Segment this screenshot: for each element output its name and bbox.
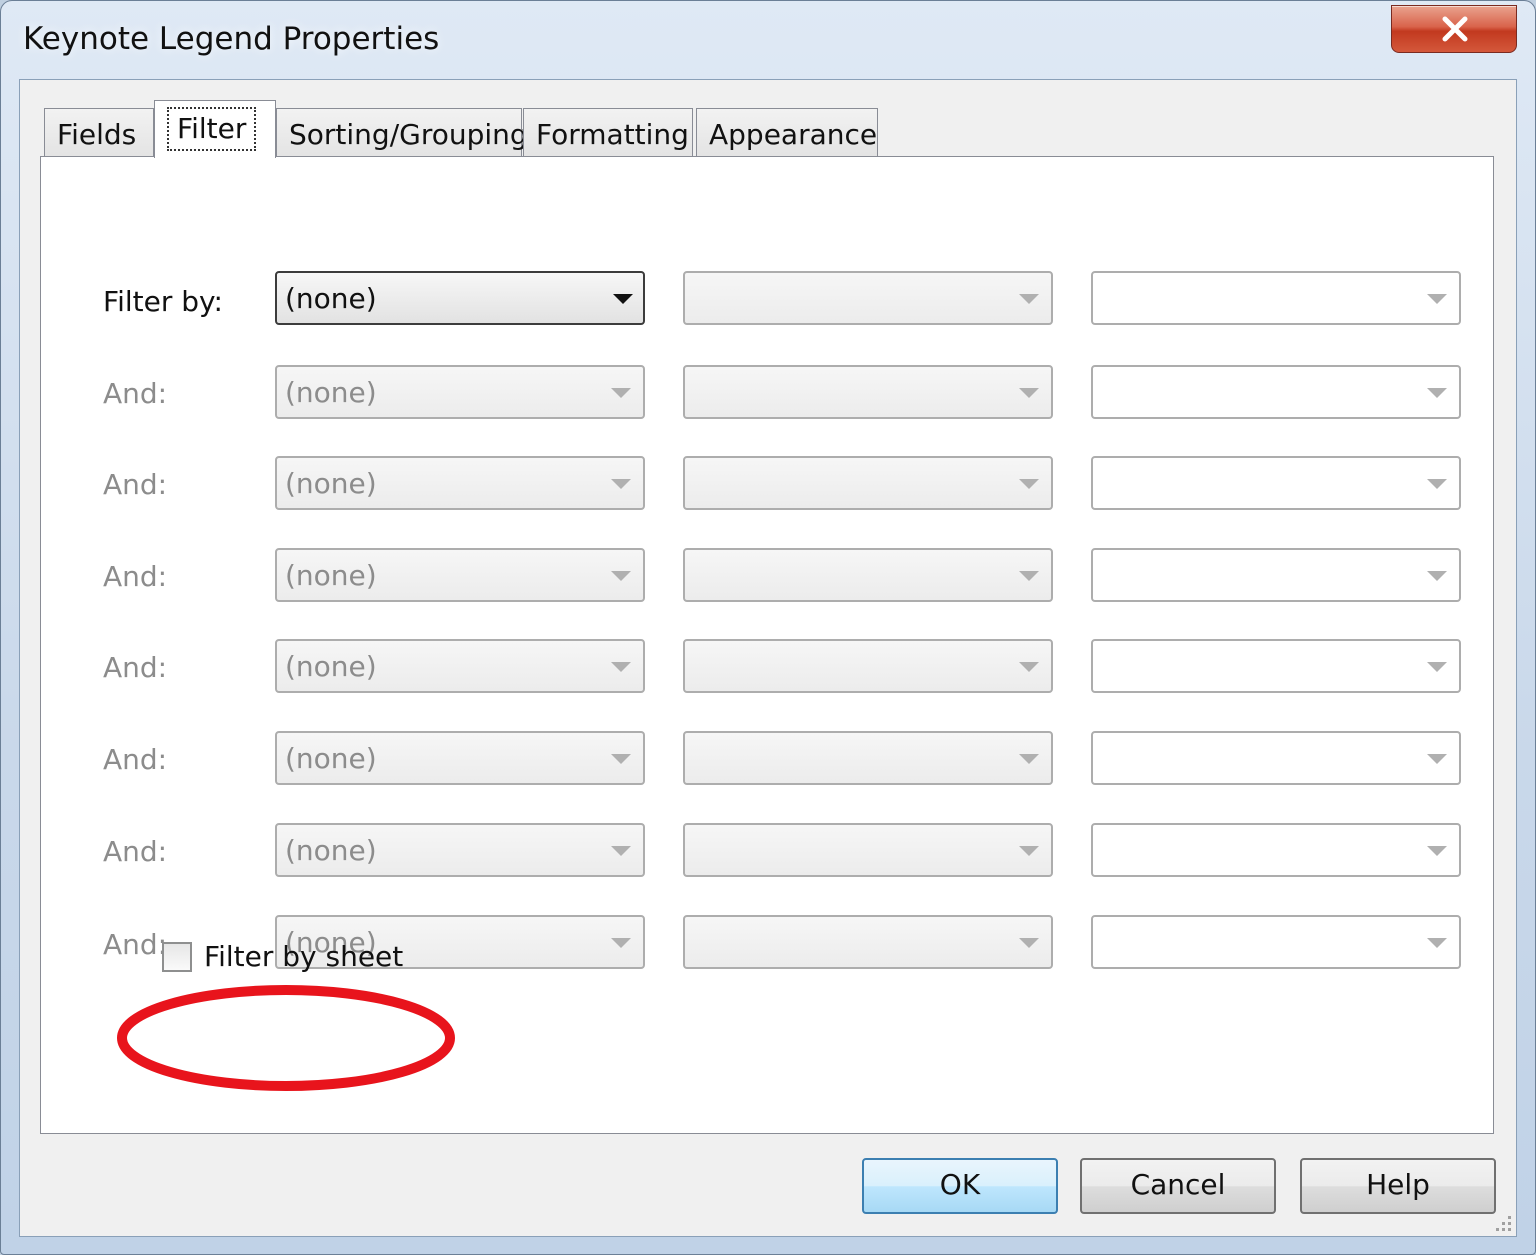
and-field-value-2: (none) bbox=[285, 467, 377, 500]
tab-appearance-label: Appearance bbox=[709, 118, 878, 151]
filter-by-value-select bbox=[1091, 271, 1461, 325]
filter-by-field-value: (none) bbox=[285, 282, 377, 315]
and-value-select-3 bbox=[1091, 548, 1461, 602]
chevron-down-icon bbox=[613, 294, 633, 304]
and-field-value-3: (none) bbox=[285, 559, 377, 592]
and-value-select-7 bbox=[1091, 915, 1461, 969]
and-condition-select-5 bbox=[683, 731, 1053, 785]
chevron-down-icon bbox=[611, 938, 631, 948]
and-label-1: And: bbox=[103, 377, 168, 410]
close-icon bbox=[1442, 16, 1468, 42]
and-field-value-1: (none) bbox=[285, 376, 377, 409]
and-field-value-4: (none) bbox=[285, 650, 377, 683]
chevron-down-icon bbox=[611, 662, 631, 672]
close-button[interactable] bbox=[1391, 5, 1517, 53]
tab-filter[interactable]: Filter bbox=[154, 100, 276, 158]
dialog-window: Keynote Legend Properties Fields Filter … bbox=[0, 0, 1536, 1255]
ok-button[interactable]: OK bbox=[862, 1158, 1058, 1214]
chevron-down-icon bbox=[1427, 294, 1447, 304]
chevron-down-icon bbox=[611, 571, 631, 581]
chevron-down-icon bbox=[1427, 388, 1447, 398]
chevron-down-icon bbox=[1019, 754, 1039, 764]
and-condition-select-1 bbox=[683, 365, 1053, 419]
and-field-select-3: (none) bbox=[275, 548, 645, 602]
chevron-down-icon bbox=[611, 479, 631, 489]
and-label-5: And: bbox=[103, 743, 168, 776]
and-label-4: And: bbox=[103, 651, 168, 684]
filter-by-sheet-label[interactable]: Filter by sheet bbox=[204, 940, 403, 973]
chevron-down-icon bbox=[1427, 754, 1447, 764]
and-value-select-5 bbox=[1091, 731, 1461, 785]
and-condition-select-2 bbox=[683, 456, 1053, 510]
and-field-select-2: (none) bbox=[275, 456, 645, 510]
chevron-down-icon bbox=[1427, 938, 1447, 948]
tab-sorting-grouping-label: Sorting/Grouping bbox=[289, 118, 528, 151]
chevron-down-icon bbox=[1019, 479, 1039, 489]
chevron-down-icon bbox=[1019, 938, 1039, 948]
and-field-select-5: (none) bbox=[275, 731, 645, 785]
chevron-down-icon bbox=[1427, 662, 1447, 672]
chevron-down-icon bbox=[1019, 294, 1039, 304]
chevron-down-icon bbox=[1427, 479, 1447, 489]
and-condition-select-4 bbox=[683, 639, 1053, 693]
chevron-down-icon bbox=[611, 754, 631, 764]
and-field-select-4: (none) bbox=[275, 639, 645, 693]
tab-filter-label: Filter bbox=[167, 107, 257, 151]
and-value-select-1 bbox=[1091, 365, 1461, 419]
and-condition-select-3 bbox=[683, 548, 1053, 602]
filter-by-sheet-checkbox[interactable] bbox=[162, 942, 192, 972]
chevron-down-icon bbox=[1019, 388, 1039, 398]
window-title: Keynote Legend Properties bbox=[23, 21, 440, 57]
and-label-2: And: bbox=[103, 468, 168, 501]
tab-fields-label: Fields bbox=[57, 118, 137, 151]
and-label-3: And: bbox=[103, 560, 168, 593]
and-field-select-1: (none) bbox=[275, 365, 645, 419]
and-field-value-6: (none) bbox=[285, 834, 377, 867]
tab-formatting[interactable]: Formatting bbox=[523, 108, 693, 158]
and-label-7: And: bbox=[103, 928, 168, 961]
and-field-value-5: (none) bbox=[285, 742, 377, 775]
and-field-select-6: (none) bbox=[275, 823, 645, 877]
chevron-down-icon bbox=[1019, 662, 1039, 672]
chevron-down-icon bbox=[1427, 846, 1447, 856]
tab-fields[interactable]: Fields bbox=[44, 108, 154, 158]
and-value-select-2 bbox=[1091, 456, 1461, 510]
highlight-ellipse bbox=[117, 985, 455, 1091]
chevron-down-icon bbox=[1427, 571, 1447, 581]
filter-by-field-select[interactable]: (none) bbox=[275, 271, 645, 325]
chevron-down-icon bbox=[611, 388, 631, 398]
and-condition-select-6 bbox=[683, 823, 1053, 877]
and-value-select-4 bbox=[1091, 639, 1461, 693]
tab-appearance[interactable]: Appearance bbox=[696, 108, 878, 158]
and-label-6: And: bbox=[103, 835, 168, 868]
filter-by-condition-select bbox=[683, 271, 1053, 325]
resize-grip-icon[interactable] bbox=[1490, 1210, 1514, 1234]
cancel-button[interactable]: Cancel bbox=[1080, 1158, 1276, 1214]
tab-formatting-label: Formatting bbox=[536, 118, 689, 151]
and-condition-select-7 bbox=[683, 915, 1053, 969]
title-bar[interactable]: Keynote Legend Properties bbox=[1, 1, 1536, 79]
and-value-select-6 bbox=[1091, 823, 1461, 877]
help-button[interactable]: Help bbox=[1300, 1158, 1496, 1214]
filter-by-label: Filter by: bbox=[103, 285, 223, 318]
chevron-down-icon bbox=[611, 846, 631, 856]
chevron-down-icon bbox=[1019, 571, 1039, 581]
chevron-down-icon bbox=[1019, 846, 1039, 856]
tab-sorting-grouping[interactable]: Sorting/Grouping bbox=[276, 108, 528, 158]
dialog-client-area: Fields Filter Sorting/Grouping Formattin… bbox=[19, 79, 1517, 1237]
